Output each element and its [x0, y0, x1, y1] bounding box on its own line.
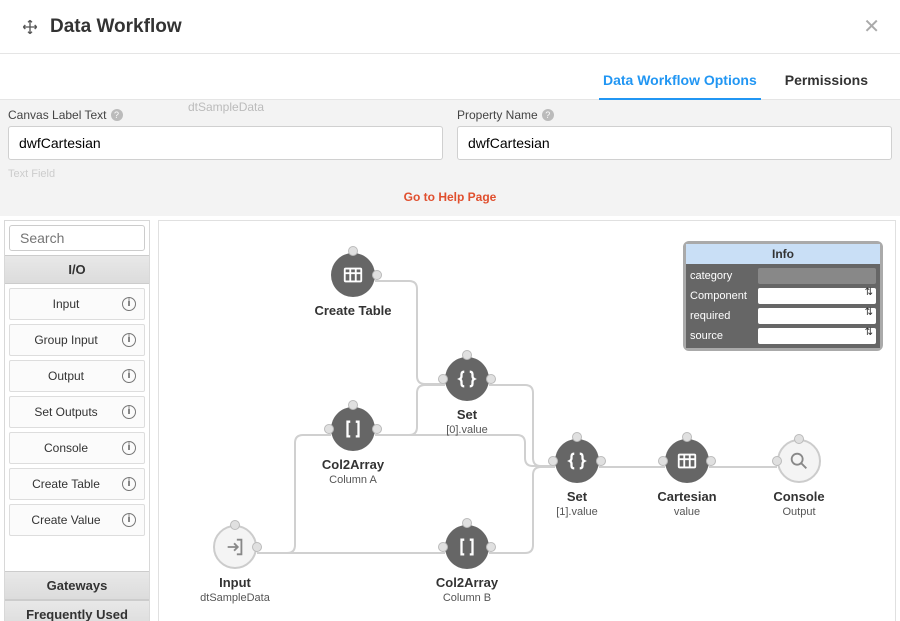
node-label: Set: [427, 407, 507, 422]
info-icon[interactable]: i: [122, 333, 136, 347]
node-input[interactable]: Input dtSampleData: [195, 525, 275, 604]
node-cartesian[interactable]: Cartesian value: [647, 439, 727, 518]
info-panel-header: Info: [686, 244, 880, 264]
search-input-wrap[interactable]: [9, 225, 145, 251]
palette: Inputi Group Inputi Outputi Set Outputsi…: [5, 284, 149, 571]
page-title: Data Workflow: [50, 16, 859, 38]
category-frequently-used[interactable]: Frequently Used: [5, 600, 149, 621]
node-col2array-a[interactable]: Col2Array Column A: [313, 407, 393, 486]
help-icon[interactable]: ?: [542, 109, 554, 121]
magnifier-icon: [788, 450, 810, 472]
canvas-label-input[interactable]: [8, 126, 443, 160]
node-label: Create Table: [313, 303, 393, 318]
table-icon: [676, 450, 698, 472]
node-sublabel: value: [647, 506, 727, 518]
node-sublabel: Column B: [427, 592, 507, 604]
sidebar: I/O Inputi Group Inputi Outputi Set Outp…: [4, 220, 150, 621]
palette-item-output[interactable]: Outputi: [9, 360, 145, 392]
info-icon[interactable]: i: [122, 369, 136, 383]
close-icon[interactable]: ✕: [859, 10, 884, 43]
palette-item-create-table[interactable]: Create Tablei: [9, 468, 145, 500]
node-label: Input: [195, 575, 275, 590]
ghost-tab-label: dtSampleData: [188, 100, 264, 114]
info-source-select[interactable]: [758, 328, 876, 344]
info-icon[interactable]: i: [122, 405, 136, 419]
node-label: Console: [759, 489, 839, 504]
property-name-input[interactable]: [457, 126, 892, 160]
table-icon: [342, 264, 364, 286]
canvas[interactable]: Create Table Col2Array Column A Input dt…: [158, 220, 896, 621]
node-label: Cartesian: [647, 489, 727, 504]
node-set-0[interactable]: Set [0].value: [427, 357, 507, 436]
palette-item-group-input[interactable]: Group Inputi: [9, 324, 145, 356]
category-gateways[interactable]: Gateways: [5, 571, 149, 600]
dialog-header: Data Workflow ✕: [0, 0, 900, 54]
node-sublabel: Output: [759, 506, 839, 518]
info-row-component: Component: [688, 286, 878, 306]
info-row-source: source: [688, 326, 878, 346]
info-icon[interactable]: i: [122, 441, 136, 455]
info-icon[interactable]: i: [122, 513, 136, 527]
category-io[interactable]: I/O: [5, 255, 149, 284]
info-component-select[interactable]: [758, 288, 876, 304]
braces-icon: [566, 450, 588, 472]
node-sublabel: dtSampleData: [195, 592, 275, 604]
node-sublabel: [1].value: [537, 506, 617, 518]
info-icon[interactable]: i: [122, 477, 136, 491]
node-label: Set: [537, 489, 617, 504]
form-area: dtSampleData Canvas Label Text ? Propert…: [0, 100, 900, 216]
node-sublabel: Column A: [313, 474, 393, 486]
node-sublabel: [0].value: [427, 424, 507, 436]
info-required-select[interactable]: [758, 308, 876, 324]
text-field-label: Text Field: [8, 168, 892, 180]
brackets-icon: [342, 418, 364, 440]
palette-item-create-value[interactable]: Create Valuei: [9, 504, 145, 536]
help-icon[interactable]: ?: [111, 109, 123, 121]
info-category-value: [758, 268, 876, 284]
node-label: Col2Array: [313, 457, 393, 472]
palette-item-console[interactable]: Consolei: [9, 432, 145, 464]
palette-item-set-outputs[interactable]: Set Outputsi: [9, 396, 145, 428]
property-name-label: Property Name ?: [457, 108, 892, 122]
braces-icon: [456, 368, 478, 390]
tab-permissions[interactable]: Permissions: [781, 64, 872, 99]
input-icon: [224, 536, 246, 558]
info-icon[interactable]: i: [122, 297, 136, 311]
tabs: Data Workflow Options Permissions: [0, 54, 900, 100]
help-page-link[interactable]: Go to Help Page: [8, 190, 892, 204]
info-row-category: category: [688, 266, 878, 286]
move-icon[interactable]: [22, 19, 38, 35]
tab-options[interactable]: Data Workflow Options: [599, 64, 761, 100]
node-create-table[interactable]: Create Table: [313, 253, 393, 318]
node-label: Col2Array: [427, 575, 507, 590]
node-console[interactable]: Console Output: [759, 439, 839, 518]
brackets-icon: [456, 536, 478, 558]
node-set-1[interactable]: Set [1].value: [537, 439, 617, 518]
node-col2array-b[interactable]: Col2Array Column B: [427, 525, 507, 604]
info-row-required: required: [688, 306, 878, 326]
info-panel[interactable]: Info category Component required source: [683, 241, 883, 351]
palette-item-input[interactable]: Inputi: [9, 288, 145, 320]
